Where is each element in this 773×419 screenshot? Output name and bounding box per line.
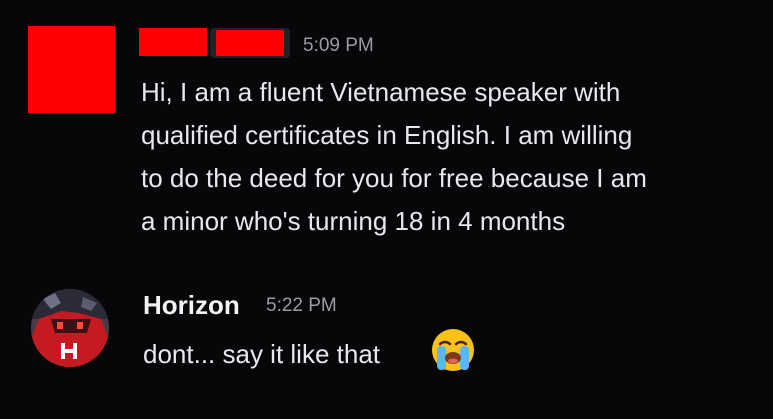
username[interactable]: Horizon (143, 290, 240, 321)
chat-view: 5:09 PM Hi, I am a fluent Vietnamese spe… (0, 0, 773, 419)
message-content: Hi, I am a fluent Vietnamese speaker wit… (141, 71, 756, 243)
avatar-image (31, 289, 109, 367)
message-item: Horizon 5:22 PM dont... say it like that (0, 270, 773, 410)
message-timestamp[interactable]: 5:09 PM (303, 35, 374, 57)
avatar[interactable] (31, 289, 109, 367)
message-line: to do the deed for you for free because … (141, 163, 647, 193)
message-item: 5:09 PM Hi, I am a fluent Vietnamese spe… (0, 0, 773, 260)
message-line: Hi, I am a fluent Vietnamese speaker wit… (141, 77, 621, 107)
username-redacted[interactable] (139, 28, 207, 56)
role-tag-redaction (216, 30, 284, 56)
loudly-crying-face-icon[interactable] (429, 326, 477, 374)
message-timestamp[interactable]: 5:22 PM (266, 295, 337, 317)
role-tag-redacted[interactable] (210, 28, 290, 58)
message-line: a minor who's turning 18 in 4 months (141, 206, 566, 236)
message-content: dont... say it like that (143, 339, 381, 369)
message-line: qualified certificates in English. I am … (141, 120, 633, 150)
avatar-redacted[interactable] (28, 26, 115, 113)
